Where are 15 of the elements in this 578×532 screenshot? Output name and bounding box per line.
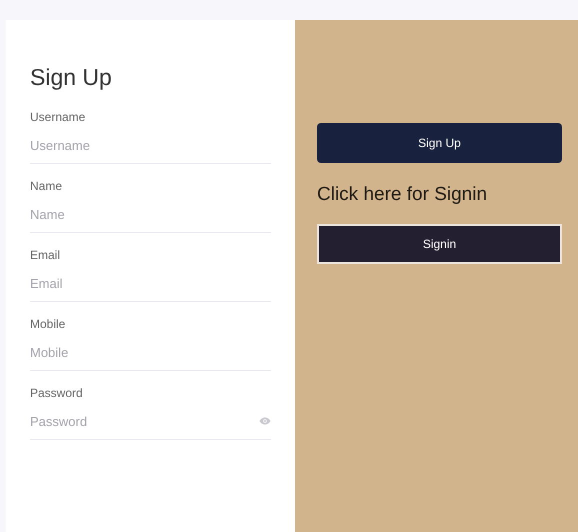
input-field[interactable]: Password [30, 414, 230, 429]
field-label: Password [30, 387, 84, 399]
signin-prompt: Click here for Signin [317, 185, 488, 204]
field-label: Mobile [30, 318, 66, 330]
input-field[interactable]: Mobile [30, 345, 230, 360]
field-label: Email [30, 249, 62, 261]
input-field[interactable]: Name [30, 207, 230, 222]
input-field[interactable]: Username [30, 138, 230, 153]
form-title: Sign Up [30, 66, 113, 89]
eye-icon[interactable] [259, 417, 271, 425]
input-field[interactable]: Email [30, 276, 230, 291]
field-label: Name [30, 180, 64, 192]
sign-up-button[interactable]: Sign Up [317, 123, 562, 163]
signin-button[interactable]: Signin [317, 224, 562, 264]
field-label: Username [30, 111, 86, 123]
